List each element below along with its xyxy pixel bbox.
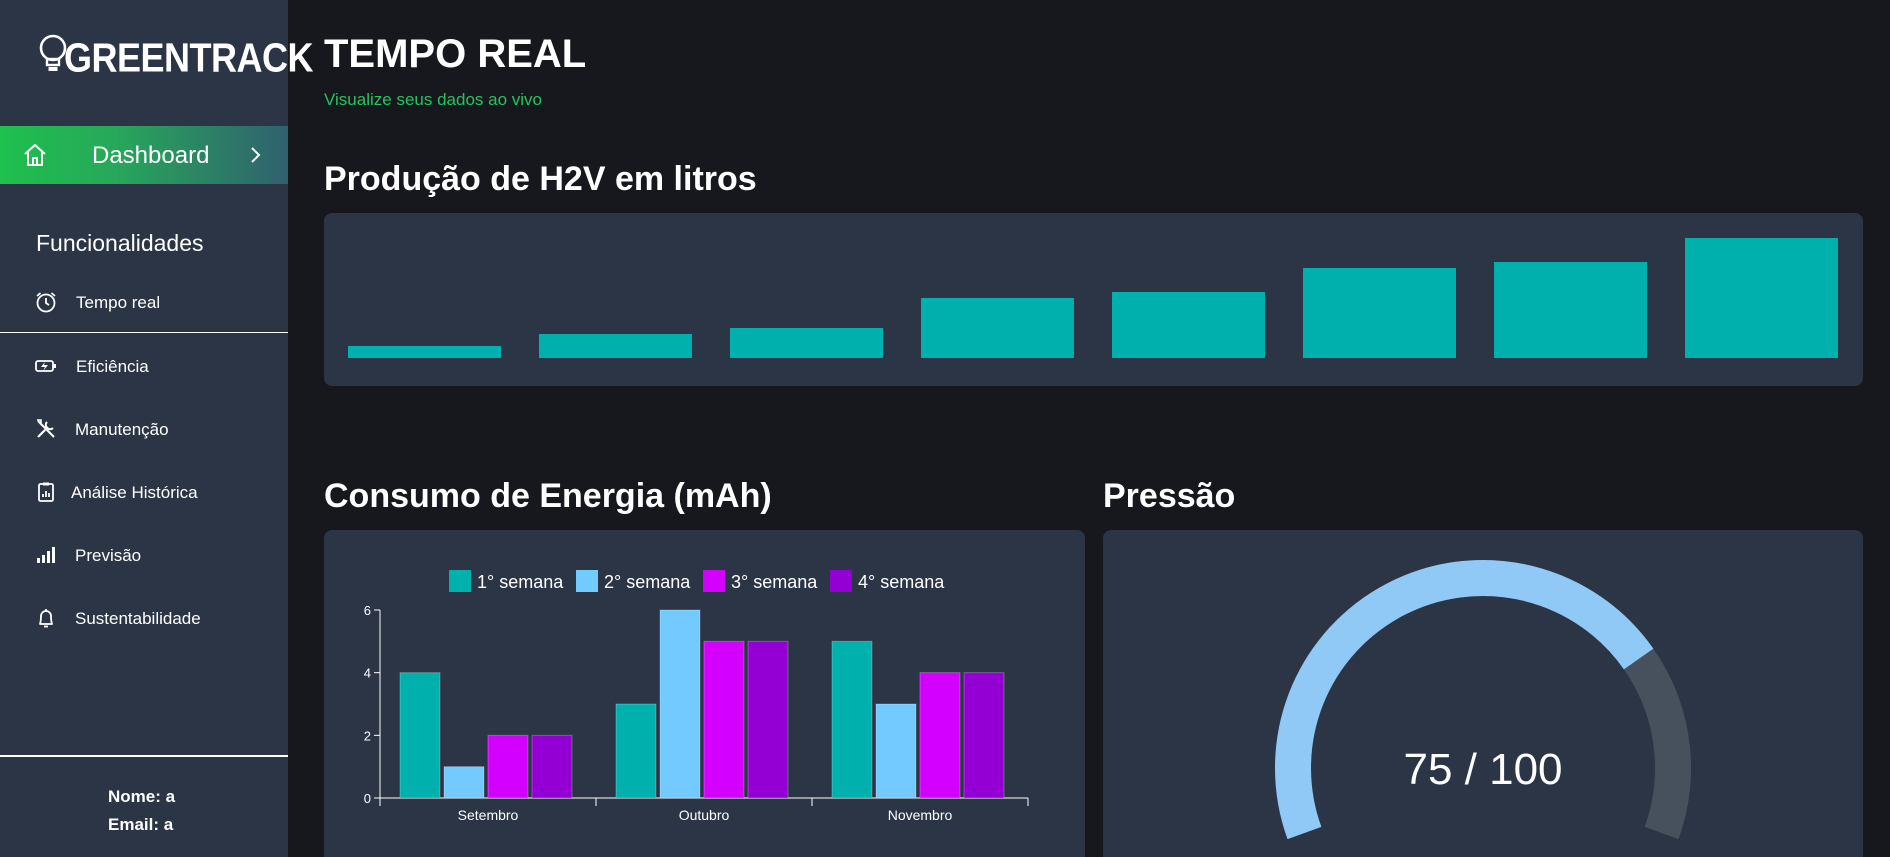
energy-bar[interactable] xyxy=(875,703,917,799)
y-tick-label: 0 xyxy=(364,791,371,806)
clipboard-icon xyxy=(38,482,54,502)
pressure-title: Pressão xyxy=(1103,477,1236,515)
battery-charging-icon xyxy=(35,360,56,372)
legend-label: 3° semana xyxy=(731,572,818,592)
production-bar[interactable] xyxy=(1112,292,1265,358)
energy-bar[interactable] xyxy=(831,640,873,799)
sidebar-item-dashboard[interactable]: Dashboard xyxy=(0,126,288,184)
legend-swatch[interactable] xyxy=(703,570,725,592)
production-bar[interactable] xyxy=(539,334,692,358)
energy-bar[interactable] xyxy=(963,672,1005,799)
production-bar[interactable] xyxy=(348,346,501,358)
gauge-fill xyxy=(1275,560,1654,840)
energy-bar[interactable] xyxy=(919,672,961,799)
energy-chart: 1° semana 2° semana 3° semana 4° semana 0 2 4 6… xyxy=(364,570,1029,823)
production-card xyxy=(324,213,1863,386)
energy-bar[interactable] xyxy=(747,640,789,799)
y-tick-label: 2 xyxy=(364,728,371,743)
user-email: Email: a xyxy=(108,815,174,834)
energy-bar[interactable] xyxy=(615,703,657,799)
sidebar-footer-divider xyxy=(0,755,288,757)
energy-bar[interactable] xyxy=(659,609,701,799)
y-tick-label: 6 xyxy=(364,603,371,618)
signal-bars-icon xyxy=(37,547,55,563)
pressure-gauge: 75 / 100 xyxy=(1275,560,1691,840)
sidebar-item-label: Eficiência xyxy=(76,357,149,376)
production-bar[interactable] xyxy=(1303,268,1456,358)
production-title: Produção de H2V em litros xyxy=(324,160,757,198)
tools-icon xyxy=(37,419,55,438)
sidebar-item-label: Sustentabilidade xyxy=(75,609,201,628)
legend-swatch[interactable] xyxy=(576,570,598,592)
user-name: Nome: a xyxy=(108,787,176,806)
alarm-clock-icon xyxy=(36,292,56,313)
bell-icon xyxy=(39,609,53,628)
logo-text: GREENTRACK xyxy=(64,34,314,81)
energy-bar[interactable] xyxy=(487,734,529,799)
chevron-right-icon xyxy=(251,147,261,163)
sidebar-item-analise-historica[interactable]: Análise Histórica xyxy=(0,472,288,512)
sidebar-item-label: Manutenção xyxy=(75,420,169,439)
legend-swatch[interactable] xyxy=(449,570,471,592)
logo[interactable]: GREENTRACK xyxy=(36,22,314,82)
energy-card: 1° semana 2° semana 3° semana 4° semana 0 2 4 6… xyxy=(324,530,1085,857)
sidebar-item-label: Análise Histórica xyxy=(71,483,198,502)
x-tick-label: Outubro xyxy=(679,807,730,823)
energy-bar[interactable] xyxy=(399,672,441,799)
production-chart xyxy=(348,238,1838,358)
gauge-value-label: 75 / 100 xyxy=(1403,745,1562,794)
production-bar[interactable] xyxy=(921,298,1074,358)
section-title-funcionalidades: Funcionalidades xyxy=(36,230,204,256)
page-subtitle: Visualize seus dados ao vivo xyxy=(324,90,542,109)
sidebar-item-label: Previsão xyxy=(75,546,142,565)
legend-label: 1° semana xyxy=(477,572,564,592)
production-bar[interactable] xyxy=(1494,262,1647,358)
energy-bar[interactable] xyxy=(531,734,573,799)
sidebar-item-sustentabilidade[interactable]: Sustentabilidade xyxy=(0,598,288,638)
dashboard-label: Dashboard xyxy=(92,142,210,169)
sidebar-item-previsao[interactable]: Previsão xyxy=(0,535,288,575)
y-tick-label: 4 xyxy=(364,666,371,681)
sidebar-item-label: Tempo real xyxy=(76,293,161,312)
legend-label: 2° semana xyxy=(604,572,691,592)
sidebar-item-tempo-real[interactable]: Tempo real xyxy=(0,282,288,322)
energy-bar[interactable] xyxy=(703,640,745,799)
energy-title: Consumo de Energia (mAh) xyxy=(324,477,772,515)
production-bar[interactable] xyxy=(730,328,883,358)
page-title: TEMPO REAL xyxy=(324,32,587,76)
home-icon xyxy=(24,144,46,166)
sidebar-divider xyxy=(0,332,288,333)
sidebar: GREENTRACK Dashboard Funcionalidades Tem… xyxy=(0,0,314,857)
energy-bar[interactable] xyxy=(443,766,485,799)
sidebar-item-manutencao[interactable]: Manutenção xyxy=(0,409,288,449)
sidebar-item-eficiencia[interactable]: Eficiência xyxy=(0,346,288,386)
x-tick-label: Novembro xyxy=(888,807,953,823)
x-tick-label: Setembro xyxy=(458,807,519,823)
production-bar[interactable] xyxy=(1685,238,1838,358)
pressure-card: 75 / 100 xyxy=(1103,530,1863,857)
legend-label: 4° semana xyxy=(858,572,945,592)
legend-swatch[interactable] xyxy=(830,570,852,592)
app-root: GREENTRACK Dashboard Funcionalidades Tem… xyxy=(0,0,1890,857)
